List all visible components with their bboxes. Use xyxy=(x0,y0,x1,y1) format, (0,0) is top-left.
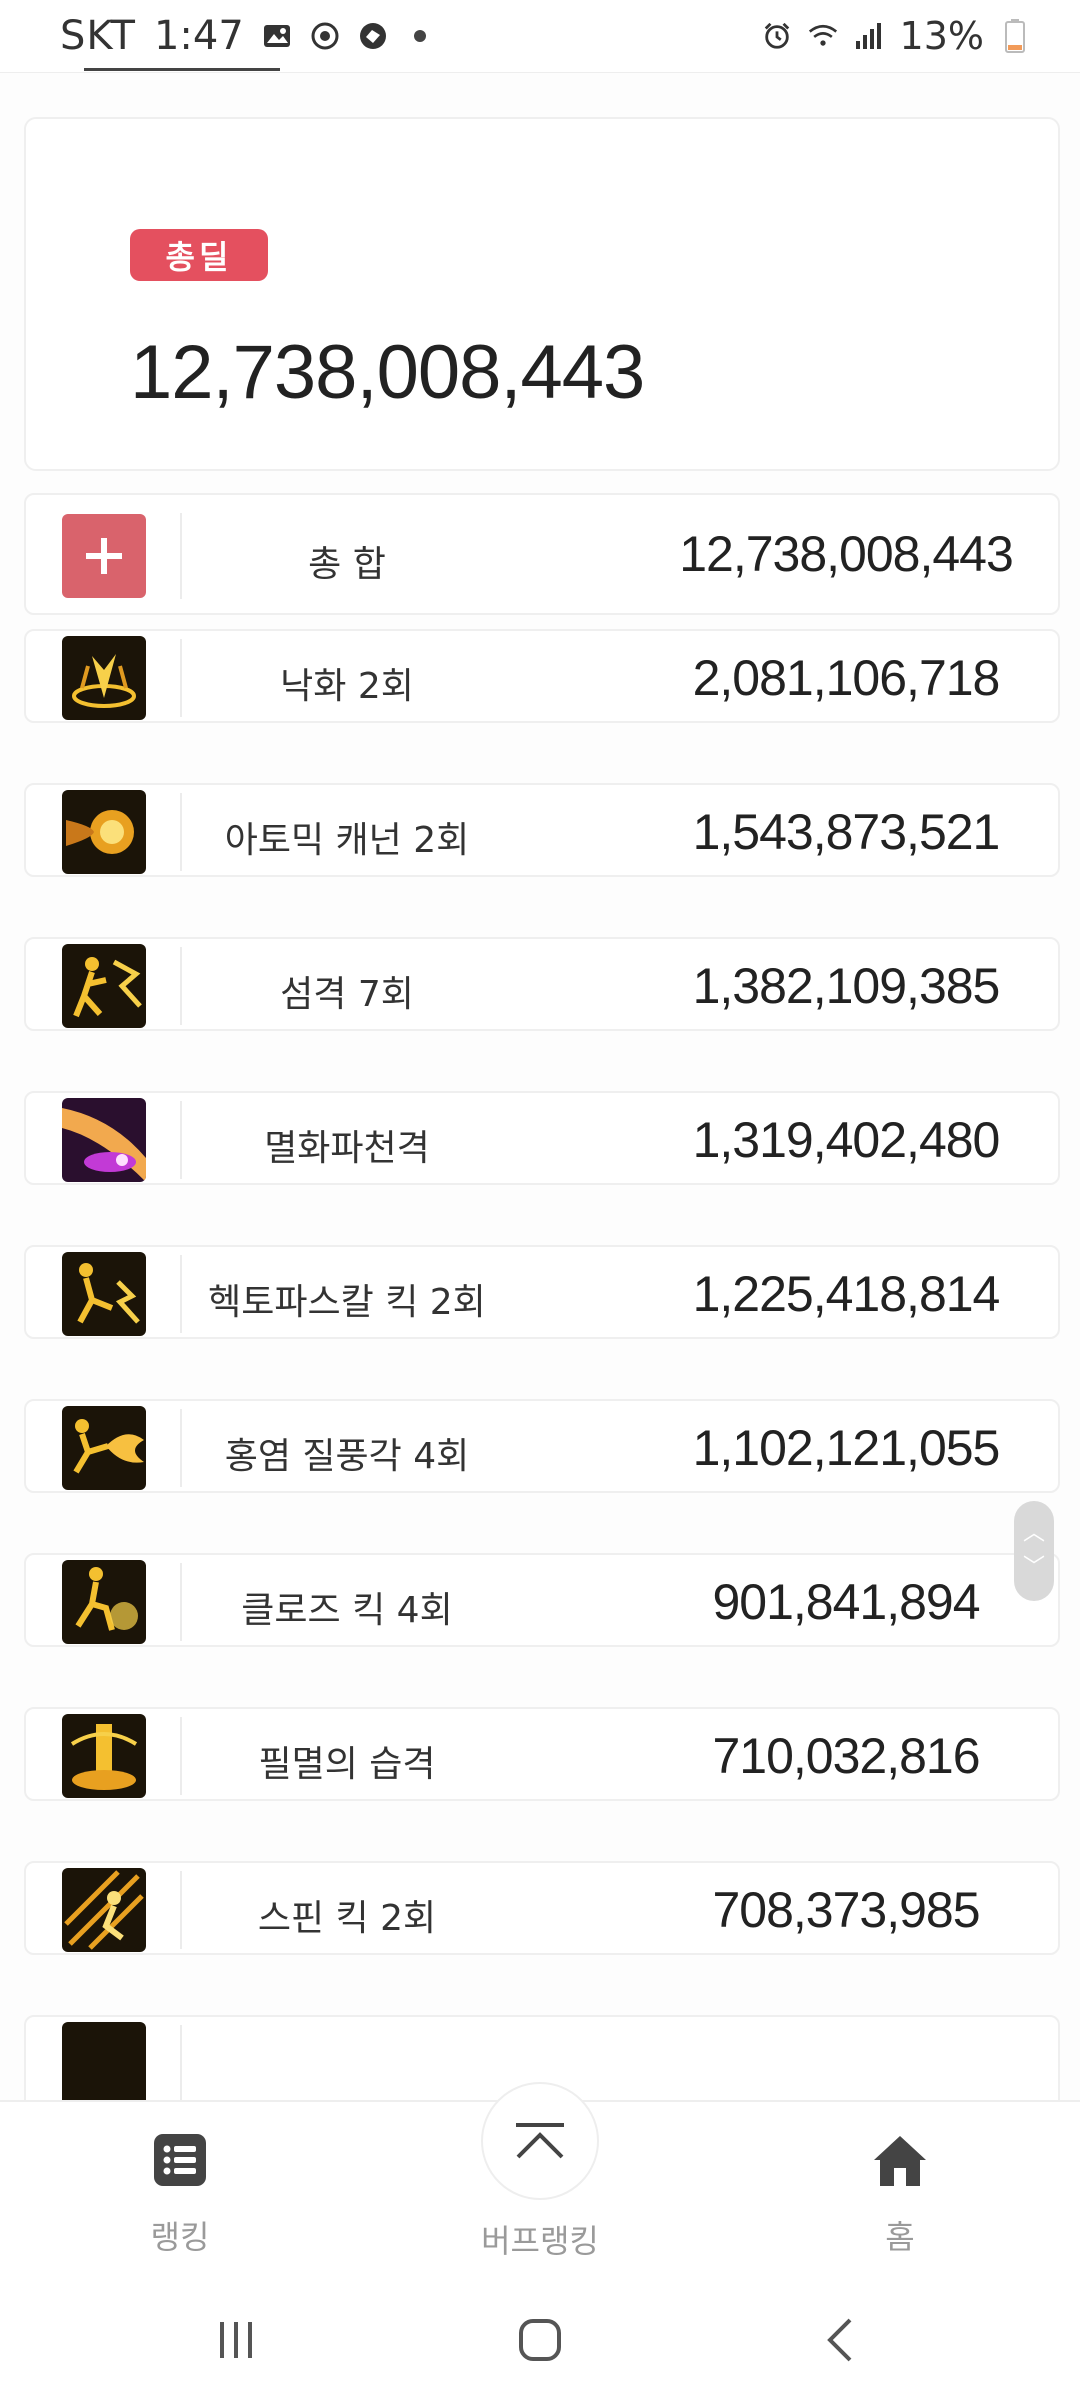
spin-kick-skill-icon xyxy=(62,1868,146,1952)
nav-ranking[interactable]: 랭킹 xyxy=(80,2132,280,2258)
skill-name: 클로즈 킥 4회 xyxy=(241,1590,453,1631)
annihilation-strike-skill-icon xyxy=(62,1098,146,1182)
signal-icon xyxy=(854,21,884,51)
damage-row: 필멸의 습격 710,032,816 xyxy=(24,1707,1060,1801)
crimson-gale-kick-skill-icon xyxy=(62,1406,146,1490)
skill-damage-value: 710,032,816 xyxy=(712,1728,980,1784)
alarm-icon xyxy=(762,21,792,51)
damage-row: 섬격 7회 1,382,109,385 xyxy=(24,937,1060,1031)
bottom-navigation: 랭킹 버프랭킹 홈 xyxy=(0,2082,1080,2270)
falling-flower-skill-icon xyxy=(62,636,146,720)
row-divider xyxy=(180,2025,182,2100)
plus-icon xyxy=(62,514,146,598)
total-damage-card: 총딜 12,738,008,443 xyxy=(24,117,1060,471)
close-kick-skill-icon xyxy=(62,1560,146,1644)
skill-damage-value: 901,841,894 xyxy=(712,1574,980,1630)
skill-damage-value: 12,738,008,443 xyxy=(679,526,1014,582)
skill-damage-value: 1,225,418,814 xyxy=(692,1266,1001,1322)
damage-row: 클로즈 킥 4회 901,841,894 xyxy=(24,1553,1060,1647)
flash-strike-skill-icon xyxy=(62,944,146,1028)
damage-row: 멸화파천격 1,319,402,480 xyxy=(24,1091,1060,1185)
back-chevron-icon xyxy=(827,2318,852,2362)
total-damage-badge: 총딜 xyxy=(130,229,268,281)
skill-name: 낙화 2회 xyxy=(280,666,414,707)
skill-name: 멸화파천격 xyxy=(264,1128,430,1169)
content-area[interactable]: 총딜 12,738,008,443 총 합 12,738,008,443 낙화 … xyxy=(0,72,1080,2100)
app-notification-icon xyxy=(358,21,388,51)
status-underline xyxy=(84,68,280,71)
atomic-cannon-skill-icon xyxy=(62,790,146,874)
carrier-label: SKT xyxy=(60,13,136,59)
skill-name: 총 합 xyxy=(308,544,386,585)
damage-row: 홍염 질풍각 4회 1,102,121,055 xyxy=(24,1399,1060,1493)
recent-apps-button[interactable] xyxy=(196,2310,276,2370)
mortal-assault-skill-icon xyxy=(62,1714,146,1798)
chevron-up-icon xyxy=(516,2123,564,2159)
scroll-up-icon[interactable]: ︿ xyxy=(1023,1523,1045,1545)
status-bar: SKT 1:47 13% xyxy=(0,0,1080,72)
skill-damage-value: 708,373,985 xyxy=(712,1882,980,1938)
more-notifications-icon xyxy=(413,30,426,42)
skill-name: 스핀 킥 2회 xyxy=(257,1898,437,1939)
skill-damage-value: 1,382,109,385 xyxy=(692,958,1001,1014)
list-icon xyxy=(154,2134,206,2186)
skill-name: 섬격 7회 xyxy=(280,974,414,1015)
skill-damage-value: 1,543,873,521 xyxy=(692,804,1001,860)
nav-home-label: 홈 xyxy=(885,2218,915,2256)
system-navigation-bar xyxy=(0,2270,1080,2400)
back-button[interactable] xyxy=(800,2310,880,2370)
skill-icon xyxy=(62,2022,146,2100)
nav-buff-ranking[interactable]: 버프랭킹 xyxy=(440,2082,640,2262)
skill-damage-value: 1,319,402,480 xyxy=(692,1112,1001,1168)
total-damage-value: 12,738,008,443 xyxy=(130,330,645,415)
nav-ranking-label: 랭킹 xyxy=(150,2218,210,2256)
home-system-button[interactable] xyxy=(500,2310,580,2370)
damage-row-total: 총 합 12,738,008,443 xyxy=(24,493,1060,615)
damage-row: 낙화 2회 2,081,106,718 xyxy=(24,629,1060,723)
clock: 1:47 xyxy=(153,13,244,59)
skill-name: 아토믹 캐넌 2회 xyxy=(224,820,470,861)
battery-percent: 13% xyxy=(899,14,984,58)
hectopascal-kick-skill-icon xyxy=(62,1252,146,1336)
sync-notification-icon xyxy=(310,21,340,51)
nav-home[interactable]: 홈 xyxy=(800,2132,1000,2258)
nav-buff-ranking-label: 버프랭킹 xyxy=(481,2222,599,2260)
scroll-control[interactable]: ︿ ﹀ xyxy=(1014,1501,1054,1601)
skill-damage-value: 1,102,121,055 xyxy=(692,1420,1001,1476)
battery-icon xyxy=(1000,19,1030,53)
home-icon xyxy=(874,2136,926,2186)
skill-damage-value: 2,081,106,718 xyxy=(692,650,1001,706)
skill-name: 홍염 질풍각 4회 xyxy=(224,1436,470,1477)
wifi-icon xyxy=(808,21,838,51)
damage-row: 헥토파스칼 킥 2회 1,225,418,814 xyxy=(24,1245,1060,1339)
gallery-notification-icon xyxy=(262,21,292,51)
scroll-down-icon[interactable]: ﹀ xyxy=(1023,1557,1045,1579)
damage-row: 스핀 킥 2회 708,373,985 xyxy=(24,1861,1060,1955)
home-circle-icon xyxy=(519,2319,561,2361)
recent-apps-icon xyxy=(220,2322,252,2358)
buff-ranking-button[interactable] xyxy=(481,2082,599,2200)
damage-row: 아토믹 캐넌 2회 1,543,873,521 xyxy=(24,783,1060,877)
skill-name: 필멸의 습격 xyxy=(258,1744,436,1785)
skill-name: 헥토파스칼 킥 2회 xyxy=(208,1282,486,1323)
